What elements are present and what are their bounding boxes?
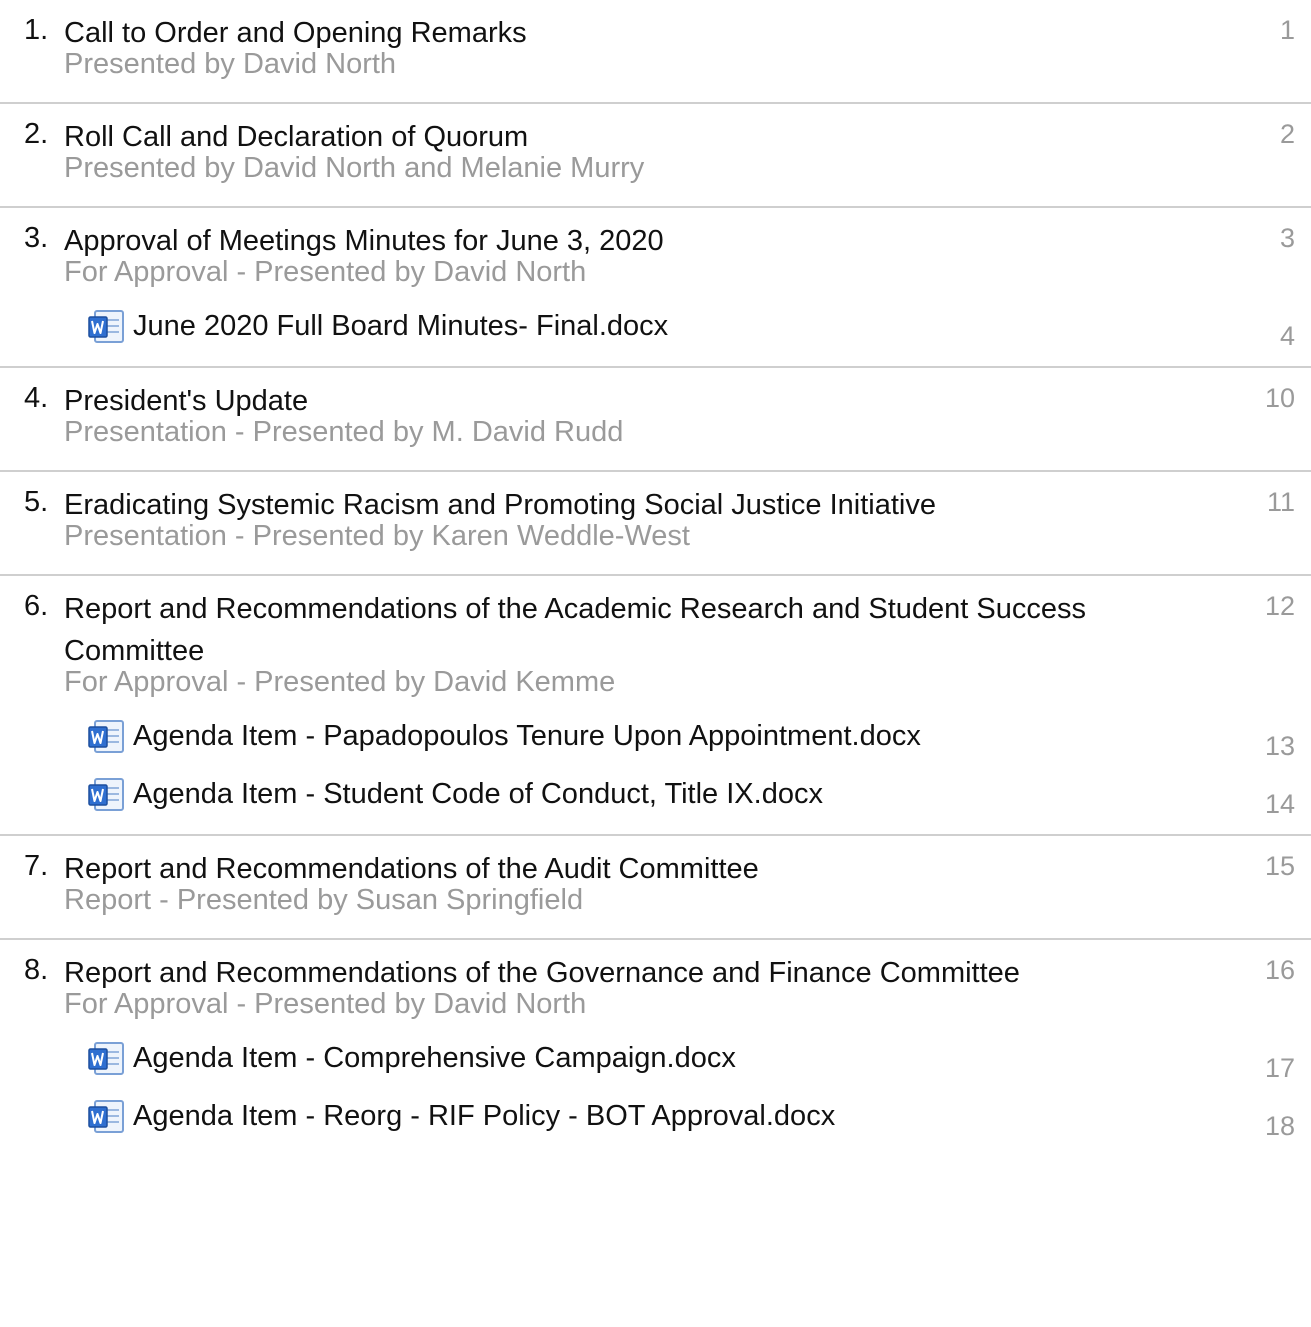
agenda-item-number: 3. bbox=[24, 222, 49, 254]
agenda-item-header: 1. Call to Order and Opening Remarks 1 bbox=[0, 0, 1311, 49]
agenda-item-header: 2. Roll Call and Declaration of Quorum 2 bbox=[0, 104, 1311, 153]
word-document-icon bbox=[88, 1100, 124, 1133]
agenda-item-number: 4. bbox=[24, 382, 49, 414]
attachment-page: 17 bbox=[1264, 1053, 1295, 1083]
agenda-item-page: 3 bbox=[1279, 223, 1295, 253]
agenda-list: 1. Call to Order and Opening Remarks 1 Pres… bbox=[0, 0, 1311, 1156]
agenda-item-title[interactable]: Report and Recommendations of the Academ… bbox=[64, 588, 1144, 672]
attachment-link[interactable]: Agenda Item - Reorg - RIF Policy - BOT A… bbox=[0, 1092, 1311, 1150]
agenda-item: 7. Report and Recommendations of the Audi… bbox=[0, 836, 1311, 940]
agenda-item-number: 5. bbox=[24, 486, 49, 518]
attachment-link[interactable]: June 2020 Full Board Minutes- Final.docx… bbox=[0, 302, 1311, 360]
agenda-item-page: 12 bbox=[1264, 591, 1295, 621]
agenda-item-number: 8. bbox=[24, 954, 49, 986]
attachment-link[interactable]: Agenda Item - Comprehensive Campaign.doc… bbox=[0, 1034, 1311, 1092]
agenda-item: 5. Eradicating Systemic Racism and Promot… bbox=[0, 472, 1311, 576]
agenda-item-header: 7. Report and Recommendations of the Audi… bbox=[0, 836, 1311, 885]
agenda-item-title[interactable]: Report and Recommendations of the Govern… bbox=[64, 952, 1144, 994]
agenda-item-page: 15 bbox=[1264, 851, 1295, 881]
agenda-item: 8. Report and Recommendations of the Gove… bbox=[0, 940, 1311, 1156]
attachment-page: 13 bbox=[1264, 731, 1295, 761]
attachment-page: 14 bbox=[1264, 789, 1295, 819]
agenda-item-header: 4. President's Update 10 bbox=[0, 368, 1311, 417]
agenda-item-page: 1 bbox=[1279, 15, 1295, 45]
agenda-item-page: 10 bbox=[1264, 383, 1295, 413]
attachment-link[interactable]: Agenda Item - Student Code of Conduct, T… bbox=[0, 770, 1311, 828]
agenda-item-header: 8. Report and Recommendations of the Gove… bbox=[0, 940, 1311, 989]
attachment-name[interactable]: Agenda Item - Student Code of Conduct, T… bbox=[133, 776, 823, 812]
agenda-item-title[interactable]: Approval of Meetings Minutes for June 3,… bbox=[64, 220, 1144, 262]
agenda-item-number: 2. bbox=[24, 118, 49, 150]
agenda-item: 2. Roll Call and Declaration of Quorum 2 Pr… bbox=[0, 104, 1311, 208]
agenda-item: 1. Call to Order and Opening Remarks 1 Pres… bbox=[0, 0, 1311, 104]
agenda-item-page: 11 bbox=[1266, 487, 1295, 517]
agenda-item-title[interactable]: Call to Order and Opening Remarks bbox=[64, 12, 1144, 54]
agenda-item-page: 2 bbox=[1279, 119, 1295, 149]
agenda-item-title[interactable]: Report and Recommendations of the Audit … bbox=[64, 848, 1144, 890]
agenda-item-header: 5. Eradicating Systemic Racism and Promot… bbox=[0, 472, 1311, 521]
agenda-item-header: 6. Report and Recommendations of the Acad… bbox=[0, 576, 1311, 667]
agenda-item: 6. Report and Recommendations of the Acad… bbox=[0, 576, 1311, 836]
agenda-item-number: 6. bbox=[24, 590, 49, 622]
attachment-name[interactable]: Agenda Item - Papadopoulos Tenure Upon A… bbox=[133, 718, 921, 754]
attachment-page: 4 bbox=[1279, 321, 1295, 351]
agenda-item-title[interactable]: President's Update bbox=[64, 380, 1144, 422]
agenda-item: 4. President's Update 10 Presentation - Pre… bbox=[0, 368, 1311, 472]
attachment-page: 18 bbox=[1264, 1111, 1295, 1141]
attachment-name[interactable]: Agenda Item - Comprehensive Campaign.doc… bbox=[133, 1040, 736, 1076]
word-document-icon bbox=[88, 778, 124, 811]
attachment-name[interactable]: Agenda Item - Reorg - RIF Policy - BOT A… bbox=[133, 1098, 835, 1134]
word-document-icon bbox=[88, 720, 124, 753]
agenda-item-header: 3. Approval of Meetings Minutes for June … bbox=[0, 208, 1311, 257]
agenda-item-title[interactable]: Roll Call and Declaration of Quorum bbox=[64, 116, 1144, 158]
agenda-item-title[interactable]: Eradicating Systemic Racism and Promotin… bbox=[64, 484, 1144, 526]
agenda-item-number: 7. bbox=[24, 850, 49, 882]
agenda-item-page: 16 bbox=[1264, 955, 1295, 985]
agenda-item-number: 1. bbox=[24, 14, 49, 46]
word-document-icon bbox=[88, 310, 124, 343]
agenda-item: 3. Approval of Meetings Minutes for June … bbox=[0, 208, 1311, 368]
word-document-icon bbox=[88, 1042, 124, 1075]
attachment-name[interactable]: June 2020 Full Board Minutes- Final.docx bbox=[133, 308, 668, 344]
attachment-link[interactable]: Agenda Item - Papadopoulos Tenure Upon A… bbox=[0, 712, 1311, 770]
